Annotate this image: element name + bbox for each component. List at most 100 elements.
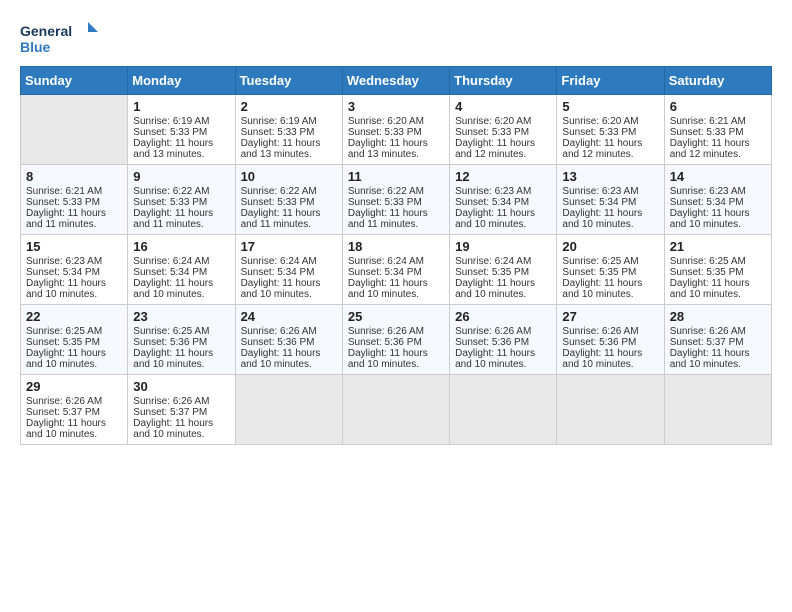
sunrise-text: Sunrise: 6:25 AM	[562, 256, 658, 267]
calendar-cell: 28Sunrise: 6:26 AMSunset: 5:37 PMDayligh…	[664, 305, 771, 375]
calendar-cell: 24Sunrise: 6:26 AMSunset: 5:36 PMDayligh…	[235, 305, 342, 375]
day-number: 29	[26, 379, 122, 394]
daylight-text: Daylight: 11 hours and 10 minutes.	[562, 208, 658, 230]
daylight-text: Daylight: 11 hours and 12 minutes.	[562, 138, 658, 160]
calendar-cell: 2Sunrise: 6:19 AMSunset: 5:33 PMDaylight…	[235, 95, 342, 165]
sunrise-text: Sunrise: 6:23 AM	[455, 186, 551, 197]
sunset-text: Sunset: 5:33 PM	[241, 127, 337, 138]
sunset-text: Sunset: 5:33 PM	[562, 127, 658, 138]
calendar-cell: 6Sunrise: 6:21 AMSunset: 5:33 PMDaylight…	[664, 95, 771, 165]
sunrise-text: Sunrise: 6:23 AM	[562, 186, 658, 197]
calendar-cell: 23Sunrise: 6:25 AMSunset: 5:36 PMDayligh…	[128, 305, 235, 375]
daylight-text: Daylight: 11 hours and 13 minutes.	[241, 138, 337, 160]
calendar-cell: 22Sunrise: 6:25 AMSunset: 5:35 PMDayligh…	[21, 305, 128, 375]
sunset-text: Sunset: 5:36 PM	[562, 337, 658, 348]
calendar-cell: 1Sunrise: 6:19 AMSunset: 5:33 PMDaylight…	[128, 95, 235, 165]
sunrise-text: Sunrise: 6:23 AM	[26, 256, 122, 267]
day-number: 3	[348, 99, 444, 114]
calendar-cell: 12Sunrise: 6:23 AMSunset: 5:34 PMDayligh…	[450, 165, 557, 235]
day-number: 16	[133, 239, 229, 254]
sunrise-text: Sunrise: 6:26 AM	[241, 326, 337, 337]
day-number: 5	[562, 99, 658, 114]
daylight-text: Daylight: 11 hours and 10 minutes.	[670, 208, 766, 230]
daylight-text: Daylight: 11 hours and 10 minutes.	[348, 278, 444, 300]
sunrise-text: Sunrise: 6:19 AM	[133, 116, 229, 127]
calendar-cell: 19 Sunrise: 6:24 AMSunset: 5:35 PMDayligh…	[450, 235, 557, 305]
calendar-cell: 13Sunrise: 6:23 AMSunset: 5:34 PMDayligh…	[557, 165, 664, 235]
sunrise-text: Sunrise: 6:20 AM	[455, 116, 551, 127]
weekday-header: Thursday	[450, 67, 557, 95]
sunrise-text: Sunrise: 6:22 AM	[348, 186, 444, 197]
sunrise-text: Sunrise: 6:21 AM	[670, 116, 766, 127]
day-number: 17	[241, 239, 337, 254]
sunrise-text: Sunrise: 6:19 AM	[241, 116, 337, 127]
calendar-cell: 26 Sunrise: 6:26 AMSunset: 5:36 PMDayligh…	[450, 305, 557, 375]
sunrise-text: Sunrise: 6:20 AM	[348, 116, 444, 127]
sunrise-text: Sunrise: 6:26 AM	[348, 326, 444, 337]
daylight-text: Daylight: 11 hours and 12 minutes.	[670, 138, 766, 160]
sunset-text: Sunset: 5:37 PM	[26, 407, 122, 418]
daylight-text: Daylight: 11 hours and 12 minutes.	[455, 138, 551, 160]
day-number: 22	[26, 309, 122, 324]
day-number: 23	[133, 309, 229, 324]
sunrise-text: Sunrise: 6:24 AM	[455, 256, 551, 267]
calendar-cell: 15Sunrise: 6:23 AMSunset: 5:34 PMDayligh…	[21, 235, 128, 305]
calendar-cell	[664, 375, 771, 445]
sunset-text: Sunset: 5:33 PM	[26, 197, 122, 208]
sunrise-text: Sunrise: 6:24 AM	[133, 256, 229, 267]
day-number: 13	[562, 169, 658, 184]
daylight-text: Daylight: 11 hours and 10 minutes.	[26, 418, 122, 440]
sunrise-text: Sunrise: 6:26 AM	[133, 396, 229, 407]
sunset-text: Sunset: 5:33 PM	[670, 127, 766, 138]
weekday-header: Sunday	[21, 67, 128, 95]
daylight-text: Daylight: 11 hours and 11 minutes.	[133, 208, 229, 230]
calendar-cell	[342, 375, 449, 445]
calendar-cell: 25Sunrise: 6:26 AMSunset: 5:36 PMDayligh…	[342, 305, 449, 375]
daylight-text: Daylight: 11 hours and 13 minutes.	[133, 138, 229, 160]
daylight-text: Daylight: 11 hours and 10 minutes.	[455, 348, 551, 370]
sunset-text: Sunset: 5:34 PM	[133, 267, 229, 278]
calendar-cell	[235, 375, 342, 445]
sunrise-text: Sunrise: 6:22 AM	[241, 186, 337, 197]
daylight-text: Daylight: 11 hours and 10 minutes.	[133, 418, 229, 440]
calendar-cell: 29 Sunrise: 6:26 AMSunset: 5:37 PMDayligh…	[21, 375, 128, 445]
day-number: 1	[133, 99, 229, 114]
calendar-cell: 21Sunrise: 6:25 AMSunset: 5:35 PMDayligh…	[664, 235, 771, 305]
daylight-text: Daylight: 11 hours and 10 minutes.	[241, 348, 337, 370]
daylight-text: Daylight: 11 hours and 11 minutes.	[241, 208, 337, 230]
daylight-text: Daylight: 11 hours and 10 minutes.	[133, 278, 229, 300]
day-number: 19	[455, 239, 551, 254]
daylight-text: Daylight: 11 hours and 13 minutes.	[348, 138, 444, 160]
sunset-text: Sunset: 5:36 PM	[455, 337, 551, 348]
calendar-cell: 10Sunrise: 6:22 AMSunset: 5:33 PMDayligh…	[235, 165, 342, 235]
day-number: 24	[241, 309, 337, 324]
sunset-text: Sunset: 5:37 PM	[133, 407, 229, 418]
day-number: 12	[455, 169, 551, 184]
day-number: 30	[133, 379, 229, 394]
sunrise-text: Sunrise: 6:26 AM	[455, 326, 551, 337]
sunrise-text: Sunrise: 6:26 AM	[26, 396, 122, 407]
sunrise-text: Sunrise: 6:25 AM	[133, 326, 229, 337]
sunset-text: Sunset: 5:35 PM	[562, 267, 658, 278]
sunrise-text: Sunrise: 6:20 AM	[562, 116, 658, 127]
weekday-header: Monday	[128, 67, 235, 95]
day-number: 11	[348, 169, 444, 184]
day-number: 28	[670, 309, 766, 324]
sunset-text: Sunset: 5:33 PM	[348, 127, 444, 138]
day-number: 26	[455, 309, 551, 324]
sunset-text: Sunset: 5:35 PM	[670, 267, 766, 278]
daylight-text: Daylight: 11 hours and 11 minutes.	[348, 208, 444, 230]
logo: General Blue	[20, 20, 100, 56]
sunset-text: Sunset: 5:34 PM	[348, 267, 444, 278]
daylight-text: Daylight: 11 hours and 10 minutes.	[455, 278, 551, 300]
day-number: 20	[562, 239, 658, 254]
page-header: General Blue	[20, 20, 772, 56]
daylight-text: Daylight: 11 hours and 10 minutes.	[562, 278, 658, 300]
day-number: 14	[670, 169, 766, 184]
sunset-text: Sunset: 5:35 PM	[455, 267, 551, 278]
sunset-text: Sunset: 5:35 PM	[26, 337, 122, 348]
daylight-text: Daylight: 11 hours and 10 minutes.	[562, 348, 658, 370]
day-number: 21	[670, 239, 766, 254]
calendar-cell	[450, 375, 557, 445]
calendar-cell: 18Sunrise: 6:24 AMSunset: 5:34 PMDayligh…	[342, 235, 449, 305]
